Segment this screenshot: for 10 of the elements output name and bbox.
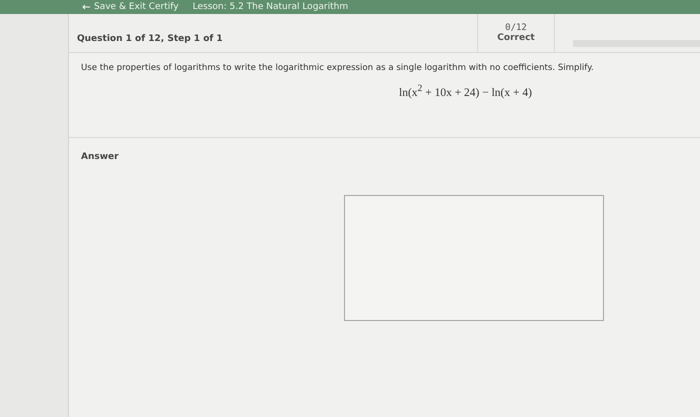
save-exit-link[interactable]: Save & Exit Certify (90, 1, 189, 13)
score-label: Correct (497, 33, 535, 43)
lesson-title: Lesson: 5.2 The Natural Logarithm (192, 1, 350, 13)
score-count: 0/12 (505, 23, 527, 33)
answer-label: Answer (81, 152, 119, 162)
answer-box[interactable] (344, 194, 604, 321)
question-label: Question 1 of 12, Step 1 of 1 (76, 33, 224, 46)
back-arrow-icon (82, 4, 90, 10)
math-expression: ln(x$^{2}$ + 10x + 24) − ln(x + 4) (399, 83, 532, 99)
question-text: Use the properties of logarithms to write the logarithmic expression as a single logarithm with no coefficients. Simplify. (81, 63, 595, 73)
